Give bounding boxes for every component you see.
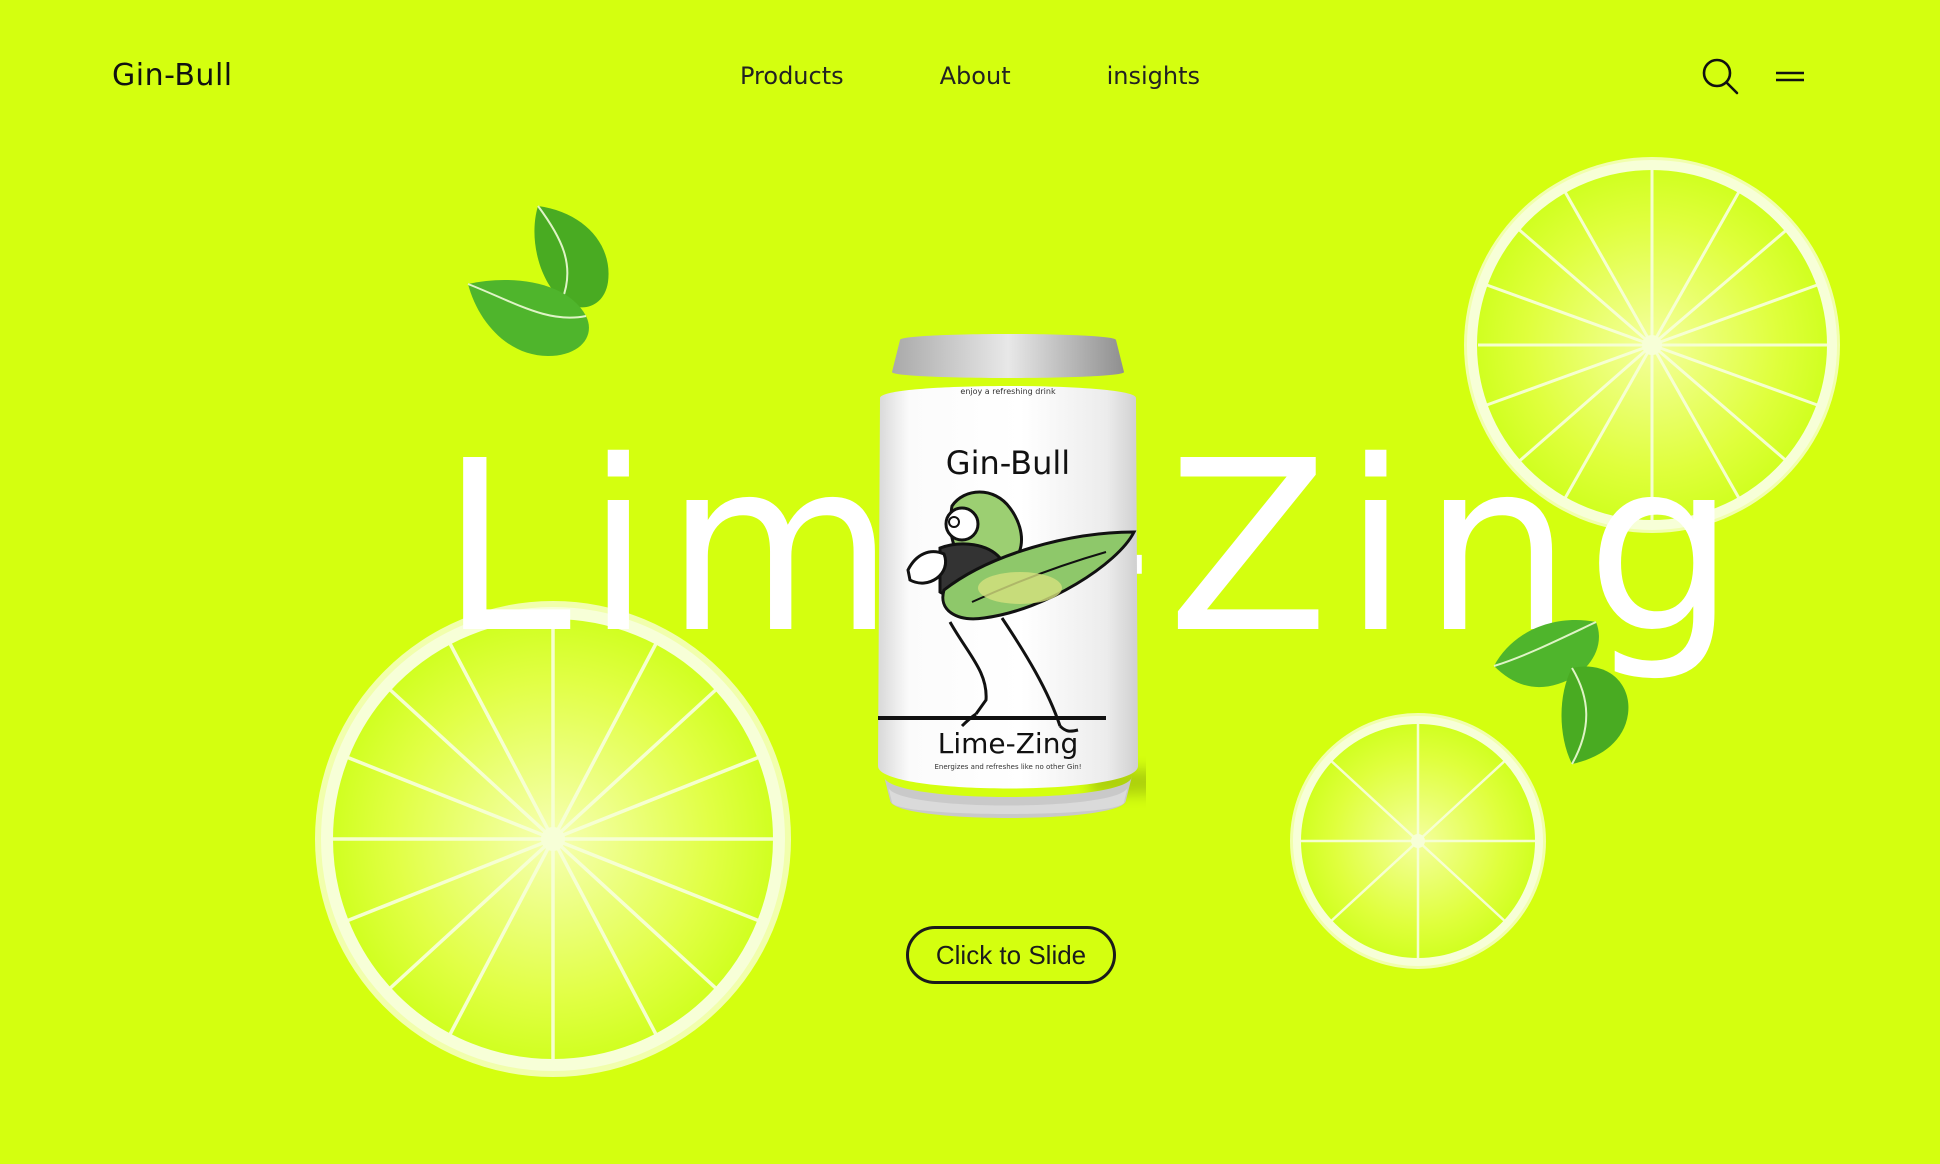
- search-icon[interactable]: [1700, 56, 1740, 96]
- nav-insights[interactable]: insights: [1107, 62, 1200, 90]
- can-subline: Energizes and refreshes like no other Gi…: [935, 763, 1082, 771]
- brand-logo[interactable]: Gin-Bull: [112, 58, 233, 93]
- main-nav: Products About insights: [740, 62, 1200, 90]
- click-to-slide-button[interactable]: Click to Slide: [906, 926, 1116, 984]
- product-can: enjoy a refreshing drink Gin-Bull Lime-Z…: [870, 328, 1300, 822]
- can-flavor: Lime-Zing: [938, 727, 1078, 760]
- can-tagline: enjoy a refreshing drink: [960, 387, 1056, 396]
- mint-leaves-right: [1488, 610, 1638, 766]
- site-header: Gin-Bull Products About insights: [0, 0, 1940, 150]
- nav-about[interactable]: About: [940, 62, 1011, 90]
- menu-icon[interactable]: [1772, 56, 1812, 96]
- mint-leaves-top: [458, 204, 638, 362]
- can-brand: Gin-Bull: [946, 444, 1070, 482]
- nav-products[interactable]: Products: [740, 62, 844, 90]
